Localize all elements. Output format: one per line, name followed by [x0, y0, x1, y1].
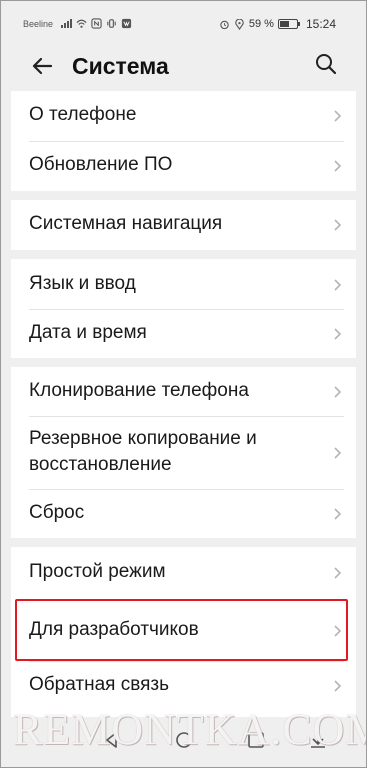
list-item-software-update[interactable]: Обновление ПО: [11, 141, 356, 191]
status-bar: Beeline 59 % 15:24: [1, 1, 366, 41]
arrow-left-icon[interactable]: [27, 51, 57, 81]
chevron-right-icon: [334, 508, 342, 520]
list-item-date-time[interactable]: Дата и время: [11, 309, 356, 358]
list-item-language-input[interactable]: Язык и ввод: [11, 259, 356, 309]
app-notification-icon: [121, 18, 132, 29]
list-item-label: О телефоне: [29, 104, 137, 125]
alarm-icon: [220, 20, 229, 29]
chevron-right-icon: [334, 680, 342, 692]
settings-group: Системная навигация: [11, 200, 356, 250]
list-item-label: Язык и ввод: [29, 273, 136, 294]
clock: 15:24: [305, 17, 336, 31]
list-item-label: Сброс: [29, 502, 85, 523]
list-item-backup-restore[interactable]: Резервное копирование и восстановление: [11, 416, 356, 489]
wifi-icon: [76, 19, 87, 28]
list-item-simple-mode[interactable]: Простой режим: [11, 547, 356, 599]
battery-icon: [277, 19, 300, 29]
settings-group: Простой режим Для разработчиков Обратная…: [11, 547, 356, 717]
list-item-label: Дата и время: [29, 322, 147, 343]
list-item-label: Обновление ПО: [29, 154, 173, 175]
chevron-right-icon: [334, 386, 342, 398]
page-title: Система: [72, 53, 169, 79]
list-item-developer-options[interactable]: Для разработчиков: [11, 599, 356, 661]
list-item-label: Обратная связь: [29, 674, 169, 695]
list-item-label: Простой режим: [29, 561, 166, 582]
chevron-right-icon: [334, 447, 342, 459]
signal-icon: [61, 19, 73, 28]
list-item-label: Клонирование телефона: [29, 380, 249, 401]
carrier-label: Beeline: [23, 18, 54, 29]
chevron-right-icon: [334, 219, 342, 231]
search-icon[interactable]: [311, 49, 341, 79]
list-item-label: Резервное копирование и восстановление: [29, 428, 257, 475]
chevron-right-icon: [334, 625, 342, 637]
app-bar: Система: [1, 41, 366, 91]
nfc-icon: [91, 18, 102, 29]
phone-screen: Beeline 59 % 15:24 Система О телефоне Об…: [0, 0, 367, 768]
chevron-right-icon: [334, 328, 342, 340]
settings-group: Язык и ввод Дата и время: [11, 259, 356, 358]
list-item-about-phone[interactable]: О телефоне: [11, 91, 356, 141]
battery-percent: 59 %: [248, 18, 274, 30]
settings-group: Клонирование телефона Резервное копирова…: [11, 367, 356, 538]
list-item-system-navigation[interactable]: Системная навигация: [11, 200, 356, 250]
vibrate-icon: [107, 19, 116, 28]
chevron-right-icon: [334, 160, 342, 172]
watermark: REMONTKA.COM: [13, 705, 367, 754]
battery-level: [279, 21, 289, 27]
location-icon: [235, 18, 244, 30]
settings-group: О телефоне Обновление ПО: [11, 91, 356, 191]
chevron-right-icon: [334, 567, 342, 579]
list-item-label: Для разработчиков: [29, 619, 199, 640]
chevron-right-icon: [334, 279, 342, 291]
list-item-reset[interactable]: Сброс: [11, 489, 356, 538]
list-item-label: Системная навигация: [29, 213, 223, 234]
chevron-right-icon: [334, 110, 342, 122]
list-item-phone-clone[interactable]: Клонирование телефона: [11, 367, 356, 416]
